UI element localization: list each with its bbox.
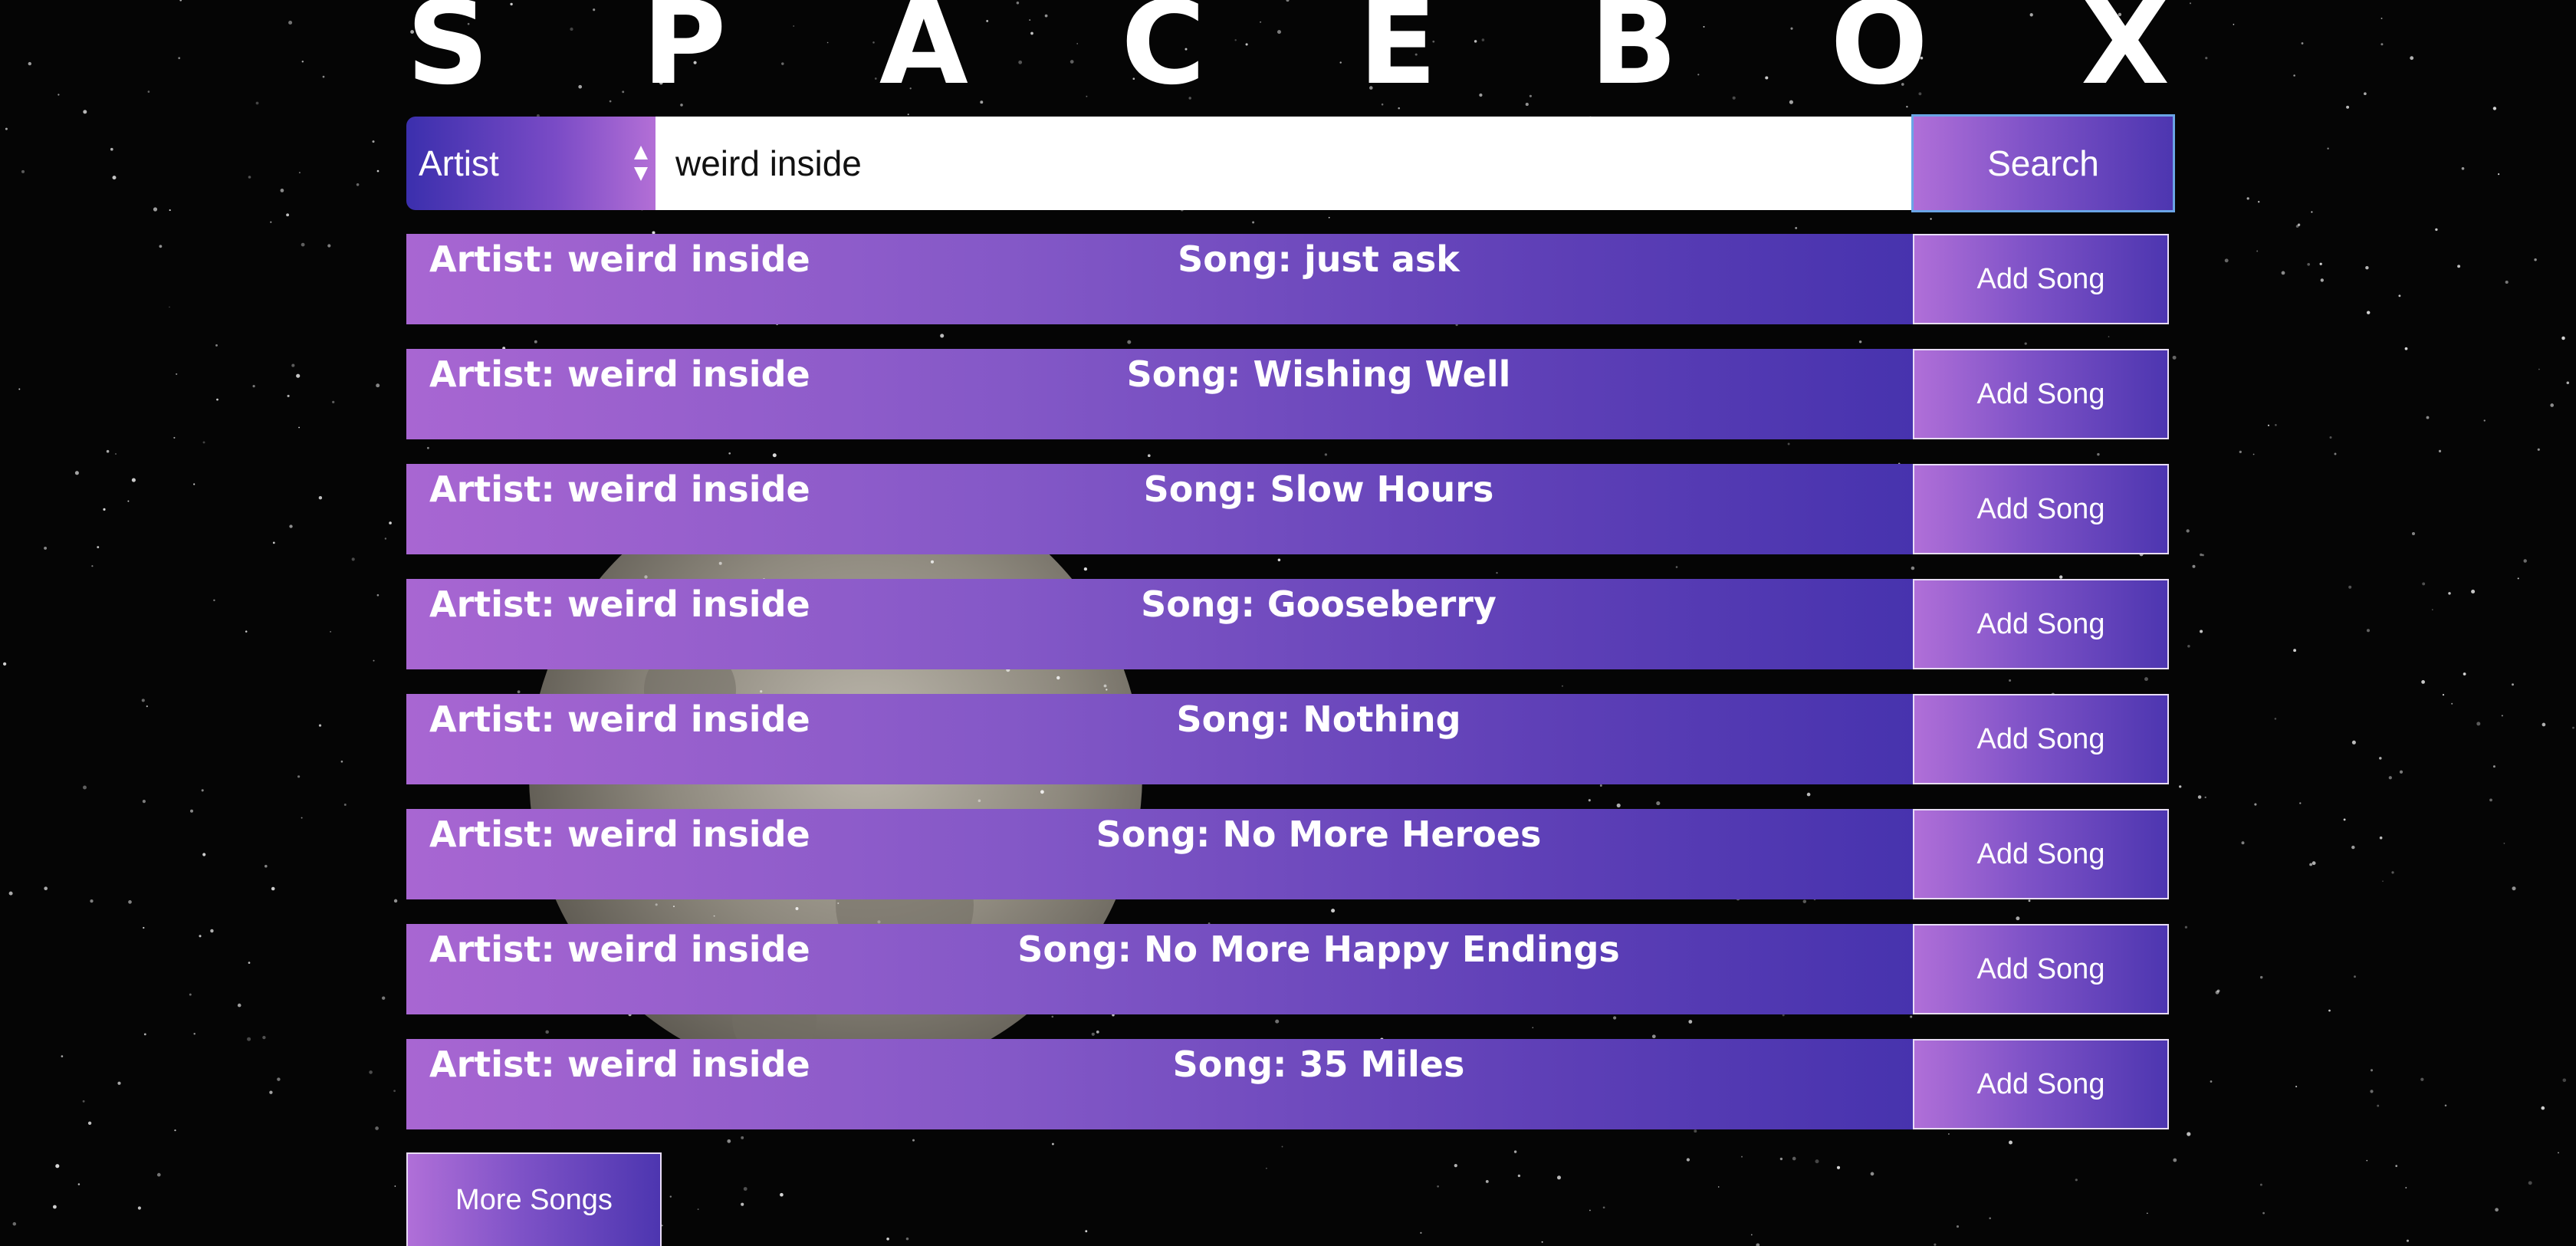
add-song-button[interactable]: Add Song — [1913, 809, 2169, 899]
search-input[interactable] — [656, 117, 1913, 210]
title-letter: E — [1358, 0, 1438, 110]
search-bar: Artist Search — [406, 114, 2175, 212]
result-artist: Artist: weird inside — [429, 584, 810, 625]
spacebox-app: S P A C E B O X Artist Search Artist: we… — [0, 0, 2576, 1246]
result-row: Artist: weird inside Song: just ask Add … — [406, 234, 2174, 324]
result-row: Artist: weird inside Song: Gooseberry Ad… — [406, 579, 2174, 669]
app-title: S P A C E B O X — [406, 0, 2170, 101]
result-row: Artist: weird inside Song: 35 Miles Add … — [406, 1039, 2174, 1129]
select-arrows-icon — [634, 146, 648, 181]
title-letter: S — [406, 0, 490, 110]
title-letter: B — [1589, 0, 1678, 110]
title-letter: A — [879, 0, 968, 110]
title-letter: P — [642, 0, 727, 110]
result-row: Artist: weird inside Song: Wishing Well … — [406, 349, 2174, 439]
result-artist: Artist: weird inside — [429, 238, 810, 280]
add-song-button[interactable]: Add Song — [1913, 234, 2169, 324]
result-artist: Artist: weird inside — [429, 1044, 810, 1085]
result-row: Artist: weird inside Song: No More Heroe… — [406, 809, 2174, 899]
add-song-button[interactable]: Add Song — [1913, 464, 2169, 554]
search-filter-select[interactable]: Artist — [406, 117, 656, 210]
result-artist: Artist: weird inside — [429, 699, 810, 740]
result-row: Artist: weird inside Song: Nothing Add S… — [406, 694, 2174, 784]
add-song-button[interactable]: Add Song — [1913, 694, 2169, 784]
add-song-button[interactable]: Add Song — [1913, 579, 2169, 669]
result-row: Artist: weird inside Song: No More Happy… — [406, 924, 2174, 1014]
result-artist: Artist: weird inside — [429, 468, 810, 510]
result-artist: Artist: weird inside — [429, 814, 810, 855]
title-letter: X — [2081, 0, 2170, 110]
add-song-button[interactable]: Add Song — [1913, 349, 2169, 439]
search-filter-value: Artist — [419, 143, 499, 183]
result-row: Artist: weird inside Song: Slow Hours Ad… — [406, 464, 2174, 554]
more-songs-button[interactable]: More Songs — [406, 1152, 662, 1246]
title-letter: C — [1121, 0, 1206, 110]
result-artist: Artist: weird inside — [429, 929, 810, 970]
add-song-button[interactable]: Add Song — [1913, 924, 2169, 1014]
add-song-button[interactable]: Add Song — [1913, 1039, 2169, 1129]
search-button[interactable]: Search — [1911, 114, 2175, 212]
result-artist: Artist: weird inside — [429, 353, 810, 395]
title-letter: O — [1830, 0, 1928, 110]
